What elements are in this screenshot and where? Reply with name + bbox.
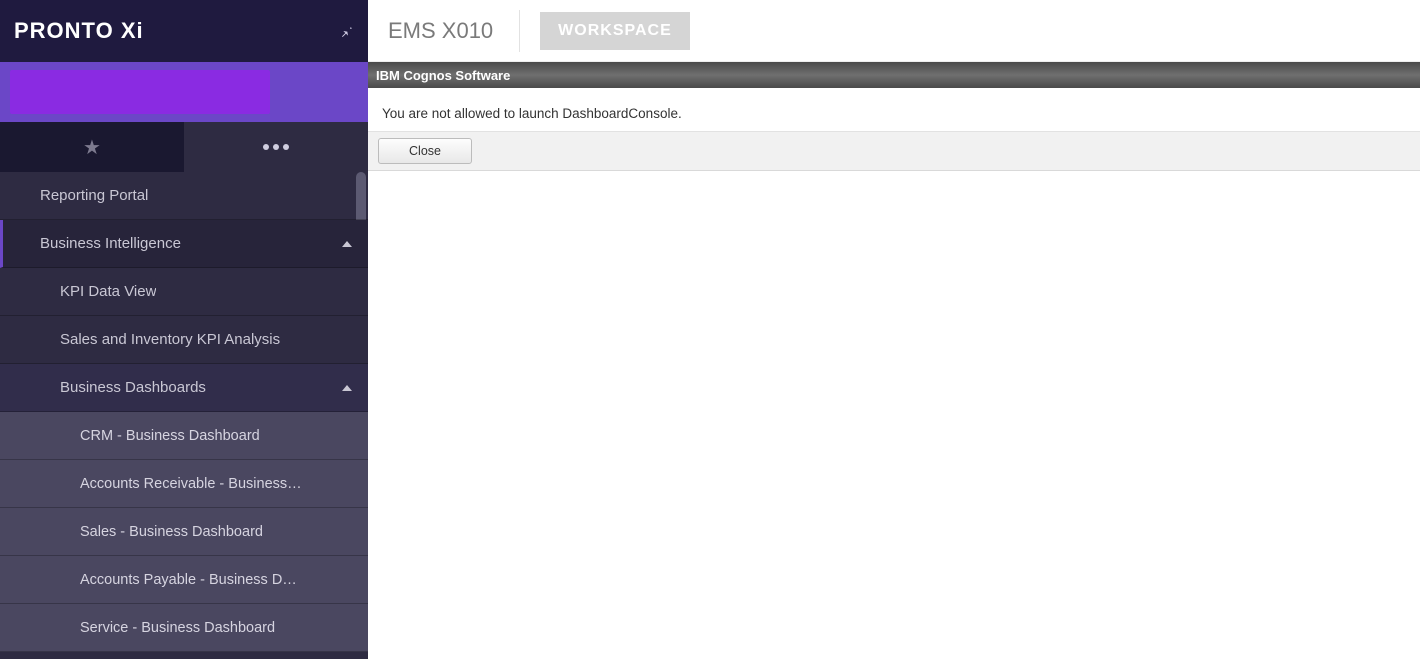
sidebar-tabs: ★: [0, 122, 368, 172]
content: IBM Cognos Software You are not allowed …: [368, 62, 1420, 659]
cognos-title-bar: IBM Cognos Software: [368, 62, 1420, 88]
tab-more[interactable]: [184, 122, 368, 172]
sidebar-item-label: Sales and Inventory KPI Analysis: [60, 331, 280, 348]
sidebar-item-ap-dashboard[interactable]: Accounts Payable - Business D…: [0, 556, 368, 604]
workspace-button[interactable]: WORKSPACE: [540, 12, 690, 50]
sidebar-item-label: Business Dashboards: [60, 379, 206, 396]
sidebar-item-service-dashboard[interactable]: Service - Business Dashboard: [0, 604, 368, 652]
user-bar: [0, 62, 368, 122]
sidebar-item-business-dashboards[interactable]: Business Dashboards: [0, 364, 368, 412]
sidebar-item-reporting-portal[interactable]: Reporting Portal: [0, 172, 368, 220]
pin-icon[interactable]: [338, 23, 354, 39]
app-title: EMS X010: [382, 18, 499, 44]
nav: Reporting Portal Business Intelligence K…: [0, 172, 368, 659]
separator: [519, 10, 520, 52]
sidebar-item-ar-dashboard[interactable]: Accounts Receivable - Business…: [0, 460, 368, 508]
topbar: EMS X010 WORKSPACE: [368, 0, 1420, 62]
sidebar-item-label: Service - Business Dashboard: [80, 620, 275, 636]
star-icon: ★: [83, 135, 101, 160]
sidebar-item-label: Accounts Payable - Business D…: [80, 572, 297, 588]
tab-favorites[interactable]: ★: [0, 122, 184, 172]
sidebar-item-crm-dashboard[interactable]: CRM - Business Dashboard: [0, 412, 368, 460]
sidebar-item-sales-dashboard[interactable]: Sales - Business Dashboard: [0, 508, 368, 556]
sidebar-item-kpi-data-view[interactable]: KPI Data View: [0, 268, 368, 316]
sidebar: PRONTO Xi ★ Reporting Portal Business In…: [0, 0, 368, 659]
sidebar-item-label: Business Intelligence: [40, 235, 181, 252]
brand-logo: PRONTO Xi: [14, 18, 144, 44]
sidebar-item-label: Accounts Receivable - Business…: [80, 476, 302, 492]
sidebar-item-label: CRM - Business Dashboard: [80, 428, 260, 444]
error-message: You are not allowed to launch DashboardC…: [368, 88, 1420, 132]
more-icon: [263, 144, 289, 150]
brand-name: PRONTO Xi: [14, 18, 144, 43]
sidebar-item-sales-inventory-kpi[interactable]: Sales and Inventory KPI Analysis: [0, 316, 368, 364]
sidebar-item-label: Sales - Business Dashboard: [80, 524, 263, 540]
chevron-up-icon: [342, 241, 352, 247]
sidebar-item-label: Reporting Portal: [40, 187, 148, 204]
sidebar-item-business-intelligence[interactable]: Business Intelligence: [0, 220, 368, 268]
button-row: Close: [368, 132, 1420, 171]
main: EMS X010 WORKSPACE IBM Cognos Software Y…: [368, 0, 1420, 659]
user-chip[interactable]: [10, 70, 270, 114]
sidebar-header: PRONTO Xi: [0, 0, 368, 62]
close-button[interactable]: Close: [378, 138, 472, 164]
sidebar-item-label: KPI Data View: [60, 283, 156, 300]
chevron-up-icon: [342, 385, 352, 391]
